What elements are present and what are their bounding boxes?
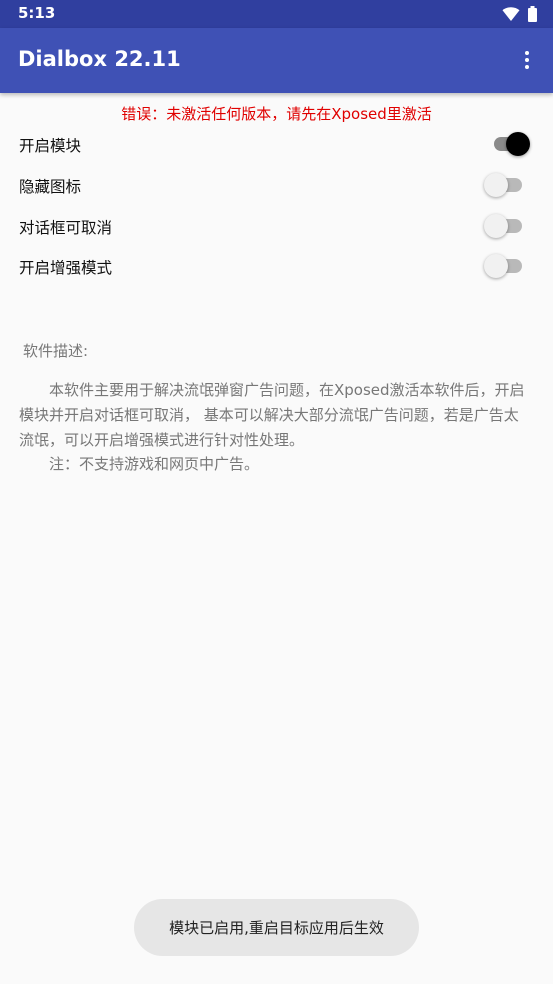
switch-row-enable-module[interactable]: 开启模块 — [0, 124, 553, 164]
switch-label: 开启模块 — [19, 137, 82, 155]
activation-error-message: 错误：未激活任何版本，请先在Xposed里激活 — [121, 105, 432, 123]
switch-row-hide-icon[interactable]: 隐藏图标 — [0, 165, 553, 205]
description-heading: 软件描述: — [23, 342, 89, 360]
app-bar: Dialbox 22.11 — [0, 28, 553, 93]
more-vert-icon[interactable] — [515, 48, 539, 72]
status-icons — [502, 6, 537, 22]
switch-row-enhanced-mode[interactable]: 开启增强模式 — [0, 246, 553, 286]
enhanced-mode-switch[interactable] — [484, 254, 524, 278]
battery-icon — [528, 6, 537, 22]
enable-module-switch[interactable] — [484, 132, 530, 156]
hide-icon-switch[interactable] — [484, 173, 524, 197]
toast-message: 模块已启用,重启目标应用后生效 — [134, 899, 419, 956]
app-title: Dialbox 22.11 — [18, 47, 181, 71]
switch-label: 对话框可取消 — [19, 219, 113, 237]
status-bar: 5:13 — [0, 0, 553, 28]
description-body: 本软件主要用于解决流氓弹窗广告问题，在Xposed激活本软件后，开启模块并开启对… — [19, 381, 525, 449]
dialog-cancelable-switch[interactable] — [484, 214, 524, 238]
wifi-icon — [502, 6, 520, 21]
switch-label: 隐藏图标 — [19, 178, 82, 196]
status-time: 5:13 — [18, 4, 56, 22]
description-note: 注：不支持游戏和网页中广告。 — [49, 455, 260, 473]
switch-label: 开启增强模式 — [19, 259, 113, 277]
switch-row-dialog-cancelable[interactable]: 对话框可取消 — [0, 206, 553, 246]
